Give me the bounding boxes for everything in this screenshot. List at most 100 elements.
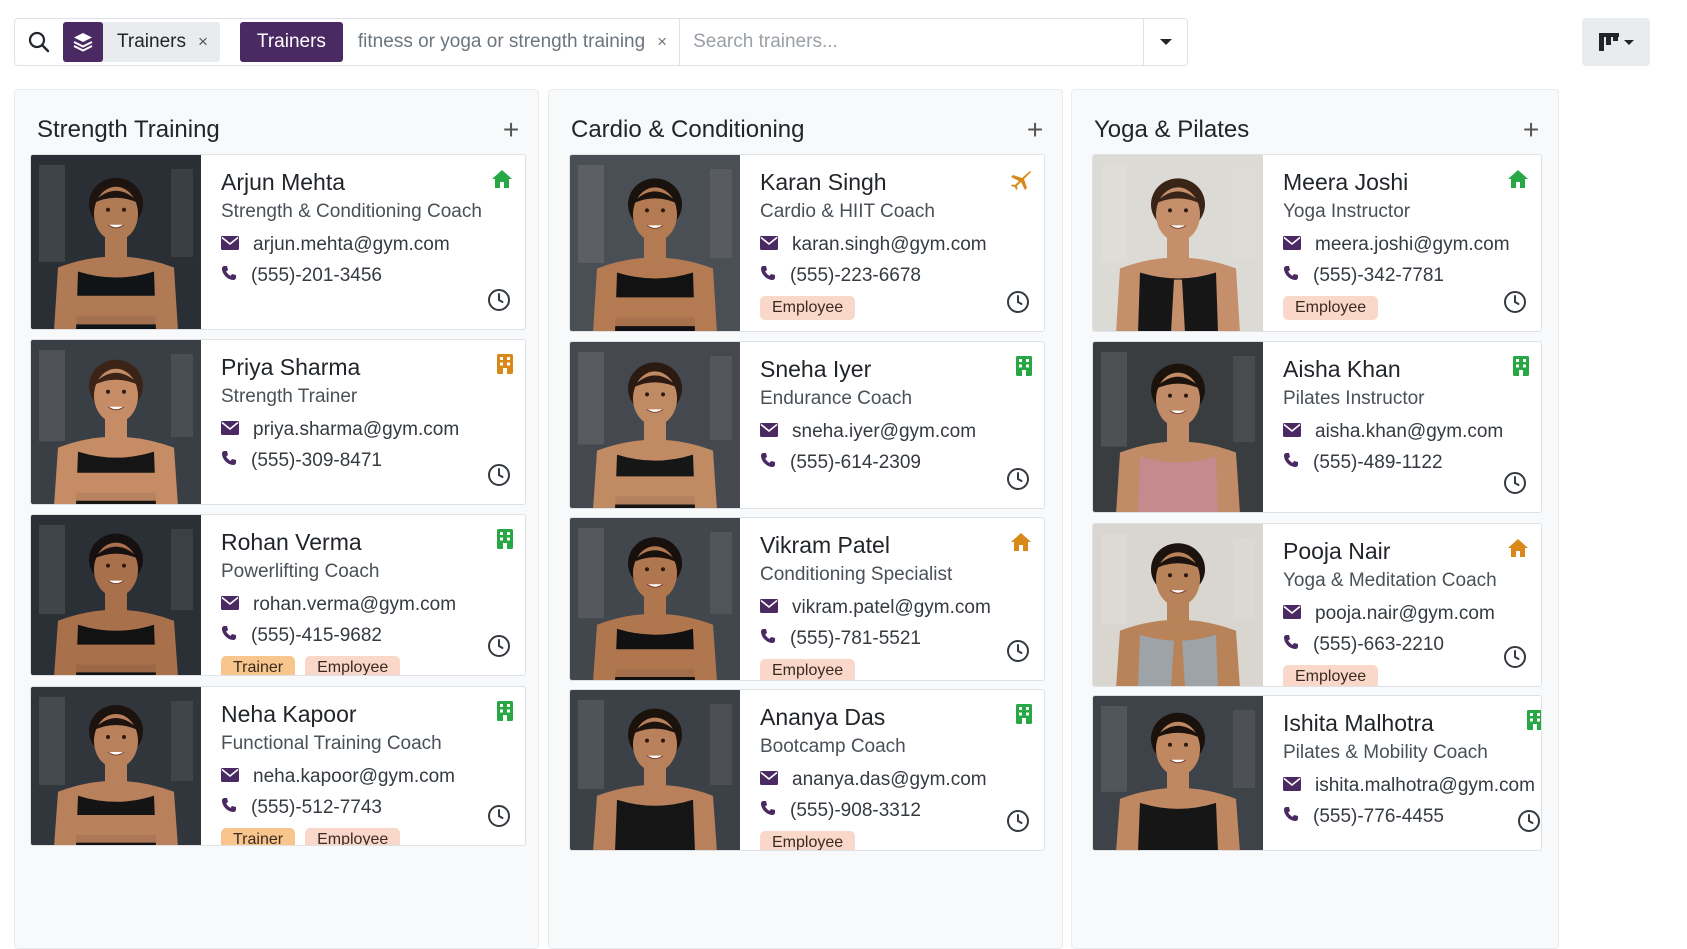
phone-icon (1283, 806, 1313, 828)
clock-icon[interactable] (487, 634, 511, 663)
trainer-card[interactable]: Aisha Khan Pilates Instructor aisha.khan@g… (1092, 341, 1542, 513)
home-icon (491, 169, 513, 194)
trainer-phone[interactable]: (555)-512-7743 (251, 797, 382, 819)
clock-icon[interactable] (1006, 639, 1030, 668)
trainer-card[interactable]: Karan Singh Cardio & HIIT Coach karan.sing… (569, 154, 1045, 332)
trainer-card[interactable]: Sneha Iyer Endurance Coach sneha.iyer@gym.… (569, 341, 1045, 509)
search-icon[interactable] (15, 31, 63, 53)
clock-icon[interactable] (1503, 471, 1527, 500)
card-body: Aisha Khan Pilates Instructor aisha.khan@g… (1263, 342, 1541, 512)
trainer-email[interactable]: pooja.nair@gym.com (1315, 603, 1495, 625)
add-card-button[interactable]: + (1020, 114, 1050, 146)
add-card-button[interactable]: + (1516, 114, 1546, 146)
email-line: meera.joshi@gym.com (1283, 234, 1521, 256)
facet-label: Trainers (117, 31, 186, 52)
trainer-phone[interactable]: (555)-776-4455 (1313, 806, 1444, 828)
phone-icon (1283, 452, 1313, 474)
trainer-job-title: Yoga Instructor (1283, 201, 1411, 222)
tag-employee: Employee (305, 656, 401, 675)
view-switcher-button[interactable] (1582, 18, 1650, 66)
clock-icon[interactable] (487, 288, 511, 317)
clock-icon[interactable] (1006, 290, 1030, 319)
trainer-phone[interactable]: (555)-223-6678 (790, 265, 921, 287)
envelope-icon (760, 769, 792, 791)
building-icon (1513, 356, 1529, 381)
trainer-name: Priya Sharma (221, 354, 361, 380)
trainer-phone[interactable]: (555)-781-5521 (790, 628, 921, 650)
trainer-card[interactable]: Pooja Nair Yoga & Meditation Coach pooja.n… (1092, 523, 1542, 687)
tag-list: Employee (760, 659, 1024, 680)
trainer-phone[interactable]: (555)-614-2309 (790, 452, 921, 474)
envelope-icon (221, 594, 253, 616)
trainer-phone[interactable]: (555)-489-1122 (1313, 452, 1443, 474)
clock-icon[interactable] (487, 463, 511, 492)
trainer-email[interactable]: karan.singh@gym.com (792, 234, 987, 256)
email-line: sneha.iyer@gym.com (760, 421, 1024, 443)
email-line: karan.singh@gym.com (760, 234, 1024, 256)
envelope-icon (1283, 234, 1315, 256)
search-input[interactable] (679, 19, 1143, 65)
add-card-button[interactable]: + (496, 114, 526, 146)
trainer-card[interactable]: Meera Joshi Yoga Instructor meera.joshi@gy… (1092, 154, 1542, 332)
trainer-photo (1093, 524, 1263, 686)
card-body: Ishita Malhotra Pilates & Mobility Coach i… (1263, 696, 1541, 850)
trainer-email[interactable]: meera.joshi@gym.com (1315, 234, 1510, 256)
trainer-email[interactable]: priya.sharma@gym.com (253, 419, 459, 441)
kanban-column: Yoga & Pilates + Meera Joshi Yoga Instructo… (1071, 89, 1559, 949)
phone-icon (221, 450, 251, 472)
trainer-phone[interactable]: (555)-663-2210 (1313, 634, 1444, 656)
search-options-toggle[interactable] (1143, 19, 1187, 65)
clock-icon[interactable] (1517, 809, 1541, 838)
trainer-email[interactable]: vikram.patel@gym.com (792, 597, 991, 619)
trainer-phone[interactable]: (555)-415-9682 (251, 625, 382, 647)
trainer-job-title: Bootcamp Coach (760, 736, 906, 757)
trainer-photo (1093, 342, 1263, 512)
home-icon (1507, 169, 1529, 194)
trainer-phone[interactable]: (555)-908-3312 (790, 800, 921, 822)
tag-employee: Employee (1283, 296, 1379, 320)
card-body: Ananya Das Bootcamp Coach ananya.das@gym.c… (740, 690, 1044, 850)
clock-icon[interactable] (1006, 809, 1030, 838)
trainer-photo (31, 687, 201, 845)
trainer-email[interactable]: ananya.das@gym.com (792, 769, 987, 791)
clock-icon[interactable] (1503, 290, 1527, 319)
trainer-name: Neha Kapoor (221, 701, 357, 727)
clock-icon[interactable] (1503, 645, 1527, 674)
trainer-name: Karan Singh (760, 169, 887, 195)
trainer-card[interactable]: Arjun Mehta Strength & Conditioning Coach… (30, 154, 526, 330)
trainer-phone[interactable]: (555)-201-3456 (251, 265, 382, 287)
trainer-phone[interactable]: (555)-309-8471 (251, 450, 382, 472)
trainer-phone[interactable]: (555)-342-7781 (1313, 265, 1444, 287)
trainer-card[interactable]: Ishita Malhotra Pilates & Mobility Coach i… (1092, 695, 1542, 851)
tag-employee: Employee (760, 296, 856, 320)
phone-line: (555)-415-9682 (221, 625, 505, 647)
tag-list: Employee (1283, 296, 1521, 320)
facet-remove-button[interactable]: × (198, 32, 220, 52)
trainer-card[interactable]: Ananya Das Bootcamp Coach ananya.das@gym.c… (569, 689, 1045, 851)
trainer-email[interactable]: rohan.verma@gym.com (253, 594, 456, 616)
trainer-card[interactable]: Neha Kapoor Functional Training Coach neha… (30, 686, 526, 846)
trainer-email[interactable]: aisha.khan@gym.com (1315, 421, 1503, 443)
trainer-card[interactable]: Vikram Patel Conditioning Specialist vikra… (569, 517, 1045, 681)
email-line: pooja.nair@gym.com (1283, 603, 1521, 625)
trainer-card[interactable]: Rohan Verma Powerlifting Coach rohan.verma… (30, 514, 526, 676)
trainer-email[interactable]: ishita.malhotra@gym.com (1315, 775, 1535, 797)
tag-employee: Employee (1283, 665, 1379, 686)
trainer-email[interactable]: arjun.mehta@gym.com (253, 234, 450, 256)
plane-icon (1010, 169, 1032, 196)
trainer-name: Ananya Das (760, 704, 886, 730)
phone-line: (555)-781-5521 (760, 628, 1024, 650)
building-icon (1016, 704, 1032, 729)
clock-icon[interactable] (1006, 467, 1030, 496)
facet-remove-button[interactable]: × (657, 32, 679, 52)
phone-icon (221, 265, 251, 287)
clock-icon[interactable] (487, 804, 511, 833)
trainer-email[interactable]: neha.kapoor@gym.com (253, 766, 455, 788)
trainer-name: Pooja Nair (1283, 538, 1391, 564)
tag-trainer: Trainer (221, 828, 296, 845)
tag-trainer: Trainer (221, 656, 296, 675)
trainer-card[interactable]: Priya Sharma Strength Trainer priya.sharma… (30, 339, 526, 505)
trainer-name: Rohan Verma (221, 529, 362, 555)
trainer-email[interactable]: sneha.iyer@gym.com (792, 421, 976, 443)
email-line: ishita.malhotra@gym.com (1283, 775, 1535, 797)
